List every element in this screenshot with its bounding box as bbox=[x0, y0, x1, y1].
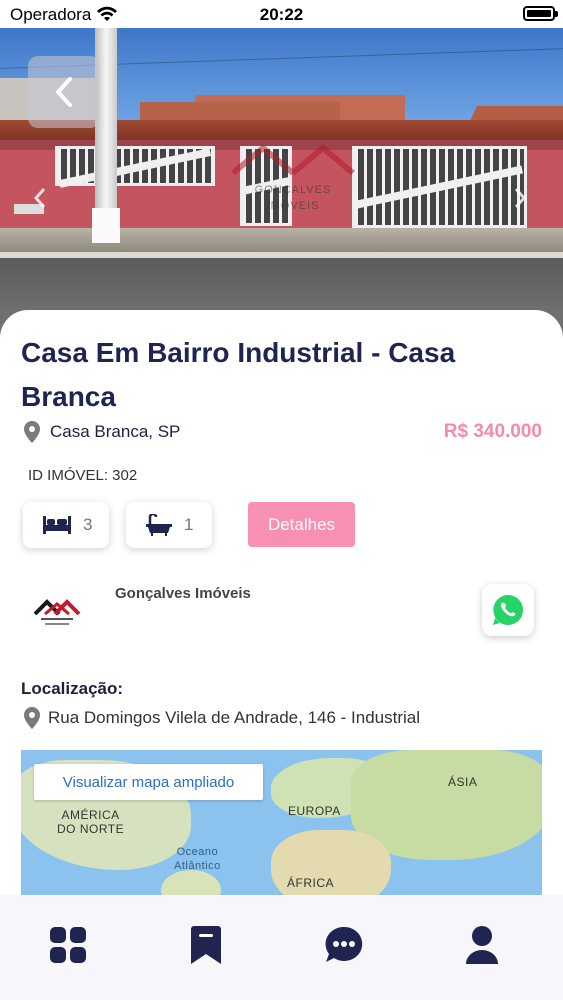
city-label: Casa Branca, SP bbox=[50, 422, 181, 441]
whatsapp-icon bbox=[493, 595, 524, 625]
chevron-right-icon bbox=[514, 188, 527, 208]
status-bar: Operadora 20:22 bbox=[0, 0, 563, 28]
map-pin-icon bbox=[24, 707, 40, 729]
property-title: Casa Em Bairro Industrial - Casa Branca bbox=[21, 337, 456, 412]
nav-saved[interactable] bbox=[186, 925, 226, 965]
grid-icon bbox=[50, 927, 86, 963]
property-photo[interactable]: GONÇALVES IMÓVEIS bbox=[0, 28, 563, 338]
map-label-africa: ÁFRICA bbox=[287, 876, 335, 890]
map-land bbox=[161, 870, 221, 895]
watermark-line1: GONÇALVES bbox=[254, 184, 332, 196]
back-button[interactable] bbox=[28, 56, 100, 128]
location-heading: Localização: bbox=[21, 679, 124, 698]
bathrooms-count: 1 bbox=[184, 515, 194, 534]
bookmark-icon bbox=[191, 926, 221, 964]
price-label: R$ 340.000 bbox=[443, 421, 542, 442]
map-label-europe: EUROPA bbox=[288, 804, 341, 818]
chevron-left-icon bbox=[56, 77, 72, 107]
chat-icon bbox=[325, 926, 363, 962]
map-label-line: DO NORTE bbox=[57, 822, 125, 836]
bedrooms-badge: 3 bbox=[23, 502, 109, 548]
garage-gate bbox=[352, 146, 527, 228]
previous-photo-button[interactable] bbox=[28, 183, 52, 213]
bottom-navigation bbox=[0, 895, 563, 1000]
nav-home[interactable] bbox=[48, 925, 88, 965]
agency-logo[interactable] bbox=[21, 582, 93, 642]
location-map[interactable]: AMÉRICA DO NORTE EUROPA ÁSIA Oceano Atlâ… bbox=[21, 750, 542, 895]
map-label-atlantic: Oceano Atlântico bbox=[174, 845, 221, 873]
address-label: Rua Domingos Vilela de Andrade, 146 - In… bbox=[48, 708, 421, 727]
map-pin-icon bbox=[24, 421, 40, 443]
map-label-line: Atlântico bbox=[174, 860, 221, 872]
map-label-asia: ÁSIA bbox=[448, 775, 478, 789]
bed-icon bbox=[43, 516, 71, 534]
address-row: Rua Domingos Vilela de Andrade, 146 - In… bbox=[24, 706, 420, 730]
map-label-north-america: AMÉRICA DO NORTE bbox=[57, 808, 124, 836]
property-details-card: Casa Em Bairro Industrial - Casa Branca … bbox=[0, 310, 563, 910]
agency-logo-icon bbox=[33, 599, 81, 625]
nav-messages[interactable] bbox=[324, 925, 364, 965]
watermark-line2: IMÓVEIS bbox=[266, 200, 320, 212]
city-row: Casa Branca, SP bbox=[24, 420, 180, 444]
bathrooms-badge: 1 bbox=[126, 502, 212, 548]
agency-name[interactable]: Gonçalves Imóveis bbox=[115, 585, 251, 602]
sidewalk bbox=[0, 228, 563, 253]
map-label-line: Oceano bbox=[176, 846, 219, 858]
watermark-roof-icon bbox=[231, 144, 355, 176]
bathtub-icon bbox=[146, 514, 172, 536]
nav-profile[interactable] bbox=[462, 925, 502, 965]
expand-map-button[interactable]: Visualizar mapa ampliado bbox=[34, 764, 263, 800]
battery-icon bbox=[523, 6, 558, 21]
whatsapp-button[interactable] bbox=[482, 584, 534, 636]
watermark-logo: GONÇALVES IMÓVEIS bbox=[228, 138, 358, 228]
clock: 20:22 bbox=[259, 5, 304, 24]
bedrooms-count: 3 bbox=[83, 515, 93, 534]
next-photo-button[interactable] bbox=[508, 183, 532, 213]
details-button[interactable]: Detalhes bbox=[248, 502, 355, 547]
map-label-line: AMÉRICA bbox=[61, 808, 120, 822]
chevron-left-icon bbox=[33, 188, 46, 208]
utility-pole-base bbox=[92, 208, 120, 243]
property-id: ID IMÓVEL: 302 bbox=[28, 467, 138, 484]
user-icon bbox=[466, 926, 498, 964]
window-grille bbox=[55, 146, 215, 189]
